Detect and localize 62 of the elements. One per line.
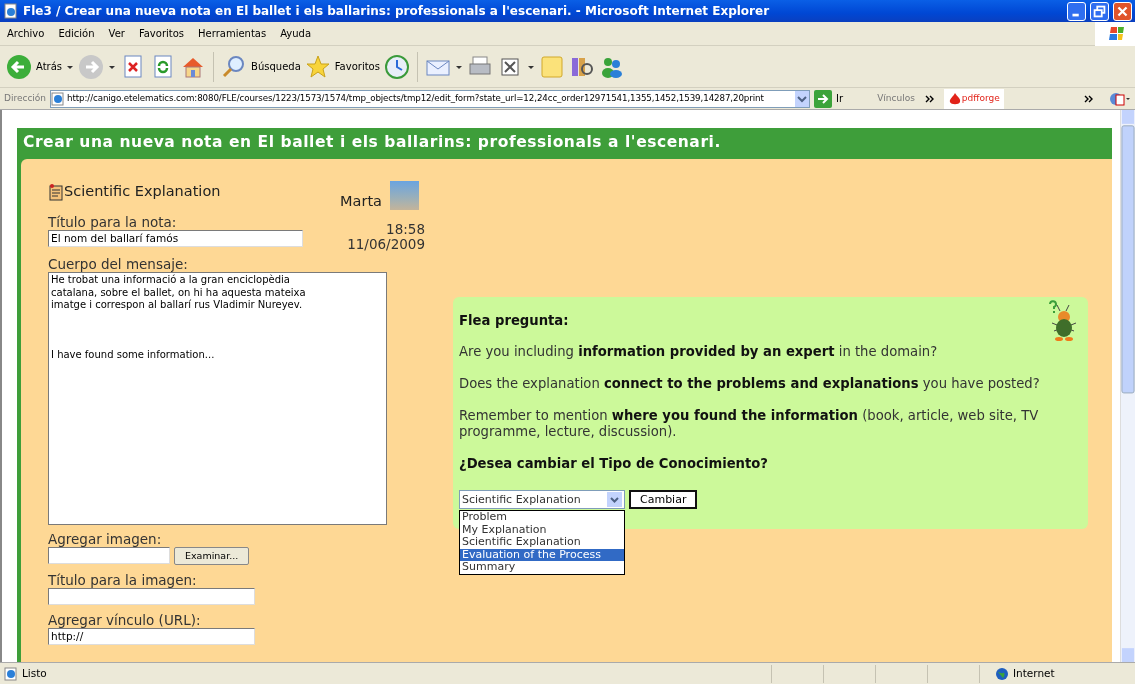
change-button[interactable]: Cambiar (629, 490, 698, 510)
ie-page-icon (3, 3, 19, 19)
title-input[interactable]: El nom del ballarí famós (48, 230, 303, 248)
star-icon[interactable] (304, 53, 331, 80)
menu-item[interactable]: Herramientas (191, 26, 274, 41)
close-icon[interactable] (1113, 1, 1132, 21)
windows-flag-icon (1095, 21, 1135, 46)
back-button[interactable]: Atrás (36, 59, 63, 74)
menu-item[interactable]: Archivo (0, 26, 52, 41)
chevron-icon[interactable] (1084, 94, 1093, 103)
note-icon (48, 183, 64, 202)
flame-icon (947, 91, 962, 106)
menu-item[interactable]: Edición (51, 26, 102, 41)
browse-button[interactable]: Examinar... (174, 547, 250, 566)
flea-title: Flea pregunta: (459, 313, 570, 330)
message-textarea[interactable]: He trobat una informació a la gran enciclopèdia catalana, sobre el ballet, on hi ha aquesta mateixa imatge i correspon al ballarí rus Vladimir Nureyev. I have found some information... (48, 272, 387, 526)
menu-item[interactable]: Ver (101, 26, 132, 41)
hint-paragraph: Remember to mention where you found the information (book, article, web site, TV programme, lecture, discussion). (459, 408, 1040, 441)
field-label: Título para la nota: (48, 214, 178, 231)
field-label: Agregar vínculo (URL): (48, 612, 202, 629)
avatar-photo-placeholder (390, 181, 419, 211)
dropdown-option[interactable]: Scientific Explanation (460, 536, 624, 549)
favorites-button[interactable]: Favoritos (334, 59, 380, 74)
dropdown-option[interactable]: Summary (460, 561, 624, 574)
field-label: Cuerpo del mensaje: (48, 256, 189, 273)
pdf-icon[interactable] (1109, 90, 1131, 107)
address-label: Dirección (4, 91, 47, 105)
ie-page-icon (4, 666, 18, 681)
field-label: Título para la imagen: (48, 572, 198, 589)
file-input[interactable] (48, 547, 170, 565)
ie-page-icon (51, 91, 66, 106)
dropdown-option[interactable]: Evaluation of the Process (460, 548, 624, 562)
pdfforge-link[interactable]: pdfforge (943, 88, 1004, 109)
dropdown-option[interactable]: Problem (460, 511, 624, 524)
note-date: 11/06/2009 (347, 237, 425, 253)
note-type: Scientific Explanation (64, 182, 221, 202)
change-type-question: ¿Desea cambiar el Tipo de Conocimiento? (459, 456, 769, 473)
author-name: Marta (340, 192, 382, 211)
restore-icon[interactable] (1090, 1, 1109, 21)
hint-paragraph: Does the explanation connect to the problems and explanations you have posted? (459, 376, 1041, 393)
search-button[interactable]: Búsqueda (251, 59, 301, 74)
vertical-scrollbar[interactable] (1120, 110, 1135, 662)
menu-item[interactable]: Ayuda (273, 26, 319, 41)
history-icon[interactable] (383, 53, 410, 80)
chevron-icon[interactable] (924, 94, 934, 103)
url-input[interactable]: http:// (48, 628, 255, 646)
links-label: Vínculos (877, 91, 915, 105)
hint-paragraph: Are you including information provided by an expert in the domain? (459, 344, 939, 361)
menu-item[interactable]: Favoritos (131, 26, 192, 41)
address-field[interactable]: http://canigo.etelematics.com:8080/FLE/courses/1223/1573/1574/tmp_objects/tmp12/edit_form?state_url=12,24cc_order12971541,1355,1452,1539,14287,20print (50, 89, 811, 108)
image-title-input[interactable] (48, 588, 255, 606)
globe-icon (995, 666, 1009, 681)
window-title: Fle3 / Crear una nueva nota en El ballet i els ballarins: professionals a l'escenari. - Microsoft Internet Explorer (23, 3, 771, 20)
go-button[interactable]: Ir (836, 91, 844, 106)
status-text: Listo (22, 665, 48, 681)
field-label: Agregar imagen: (48, 531, 163, 548)
page-heading: Crear una nueva nota en El ballet i els ballarins: professionals a l'escenari. (22, 132, 722, 153)
zone-text: Internet (1013, 665, 1056, 681)
note-time: 18:58 (385, 222, 425, 238)
dropdown-option[interactable]: My Explanation (460, 523, 624, 537)
minimize-icon[interactable] (1067, 1, 1086, 21)
knowledge-type-select[interactable]: Scientific Explanation (459, 490, 625, 510)
